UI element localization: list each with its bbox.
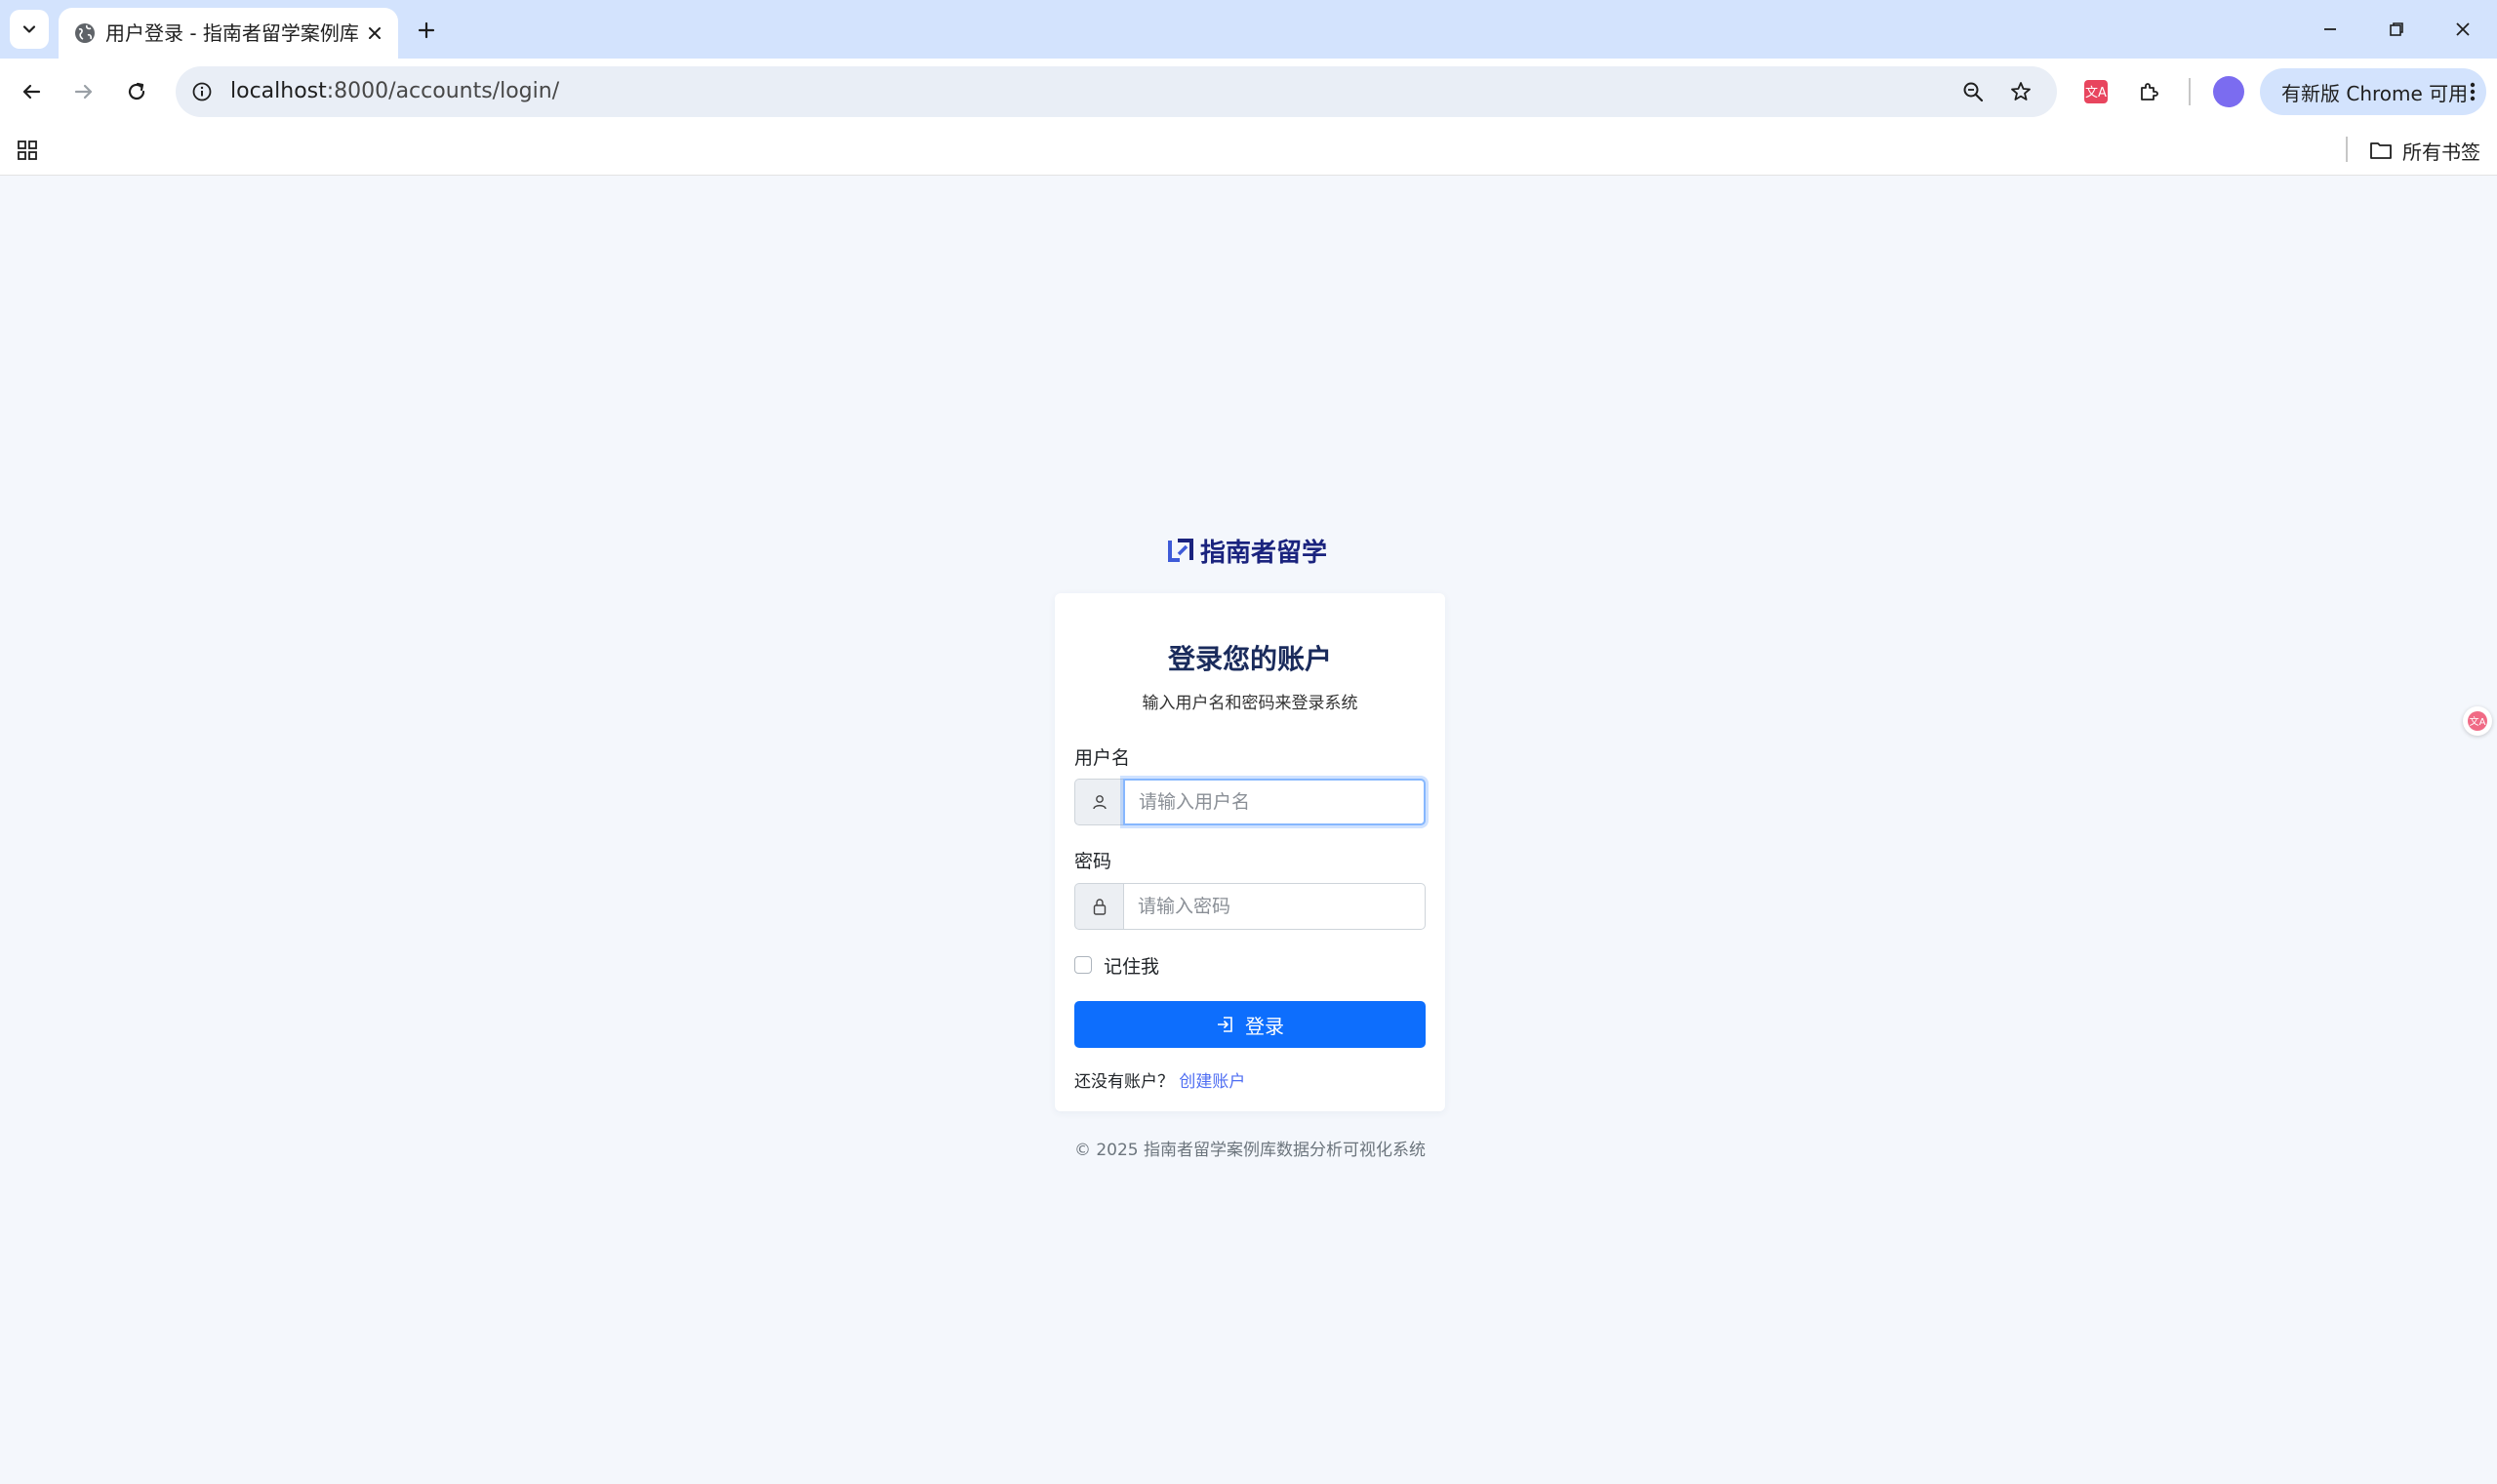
username-group: [1074, 779, 1426, 825]
reload-icon: [128, 82, 145, 100]
restore-button[interactable]: [2373, 10, 2420, 49]
new-tab-button[interactable]: [410, 14, 443, 47]
browser-tab-active[interactable]: 用户登录 - 指南者留学案例库: [59, 8, 398, 59]
tab-strip: 用户登录 - 指南者留学案例库: [0, 0, 2497, 59]
svg-text:文A: 文A: [2085, 86, 2107, 100]
login-subtitle: 输入用户名和密码来登录系统: [1142, 694, 1358, 713]
remember-me-checkbox[interactable]: [1074, 956, 1092, 974]
login-title: 登录您的账户: [1167, 643, 1332, 675]
login-button-label: 登录: [1245, 1014, 1284, 1038]
translate-icon: 文A: [2084, 80, 2108, 103]
close-icon: [2456, 22, 2470, 36]
remember-me-label[interactable]: 记住我: [1104, 952, 1159, 979]
zoom-icon: [1963, 82, 1984, 102]
reload-button[interactable]: [117, 72, 156, 111]
arrow-right-icon: [74, 84, 93, 100]
more-vert-icon: [2470, 82, 2476, 101]
forward-button[interactable]: [64, 72, 103, 111]
all-bookmarks-label: 所有书签: [2402, 140, 2480, 164]
translate-icon: 文A: [2468, 711, 2487, 731]
logo-icon: [1168, 539, 1193, 562]
minimize-icon: [2324, 28, 2336, 30]
password-addon: [1074, 883, 1123, 930]
user-icon: [1092, 795, 1107, 810]
star-icon: [2011, 82, 2031, 100]
chrome-update-button[interactable]: 有新版 Chrome 可用: [2260, 68, 2486, 115]
svg-text:文A: 文A: [2470, 715, 2486, 728]
password-group: [1074, 883, 1426, 930]
tab-title: 用户登录 - 指南者留学案例库: [105, 21, 359, 45]
bookmarks-bar: 所有书签: [0, 125, 2497, 176]
restore-icon: [2390, 22, 2403, 36]
all-bookmarks-button[interactable]: 所有书签: [2369, 133, 2480, 168]
signup-prompt: 还没有账户？: [1074, 1072, 1174, 1092]
bookmark-star-button[interactable]: [2006, 77, 2035, 106]
arrow-left-icon: [22, 84, 41, 100]
address-bar[interactable]: localhost:8000/accounts/login/: [176, 66, 2057, 117]
translate-extension-button[interactable]: 文A: [2076, 72, 2115, 111]
profile-avatar[interactable]: [2213, 76, 2244, 107]
bookmarks-divider: [2346, 137, 2348, 162]
extensions-button[interactable]: [2129, 72, 2168, 111]
remember-me-row: 记住我: [1074, 952, 1159, 978]
apps-button[interactable]: [12, 135, 43, 166]
brand-name: 指南者留学: [1200, 538, 1328, 568]
puzzle-icon: [2141, 83, 2158, 100]
toolbar-divider: [2189, 78, 2191, 105]
plus-icon: [418, 21, 435, 39]
username-addon: [1074, 779, 1123, 825]
url-path: :8000/accounts/login/: [326, 79, 560, 103]
chevron-down-icon: [22, 25, 36, 33]
url-text: localhost:8000/accounts/login/: [230, 78, 559, 105]
brand-logo: 指南者留学: [1167, 531, 1327, 570]
login-button[interactable]: 登录: [1074, 1001, 1426, 1048]
browser-toolbar: localhost:8000/accounts/login/ 文A 有新版 Ch…: [0, 59, 2497, 125]
login-card: 登录您的账户 输入用户名和密码来登录系统 用户名 密码 记住我 登录 还没有账户…: [1055, 593, 1445, 1111]
close-icon: [369, 27, 381, 39]
folder-icon: [2370, 142, 2392, 159]
site-info-button[interactable]: [189, 79, 215, 104]
sign-in-icon: [1218, 1017, 1232, 1032]
password-input[interactable]: [1123, 883, 1426, 930]
lock-icon: [1093, 899, 1106, 915]
username-label: 用户名: [1074, 747, 1131, 769]
tab-close-button[interactable]: [361, 20, 388, 47]
info-icon: [192, 82, 212, 101]
apps-grid-icon: [18, 140, 37, 160]
back-button[interactable]: [12, 72, 51, 111]
minimize-button[interactable]: [2307, 10, 2354, 49]
floating-translate-button[interactable]: 文A: [2463, 706, 2492, 736]
create-account-link[interactable]: 创建账户: [1179, 1072, 1245, 1092]
page-footer: © 2025 指南者留学案例库数据分析可视化系统: [1073, 1141, 1427, 1160]
url-host: localhost: [230, 79, 327, 103]
zoom-button[interactable]: [1958, 77, 1988, 106]
signup-row: 还没有账户？ 创建账户: [1074, 1067, 1245, 1092]
tab-search-button[interactable]: [10, 10, 49, 49]
username-input[interactable]: [1123, 779, 1426, 825]
password-label: 密码: [1074, 851, 1112, 872]
update-label: 有新版 Chrome 可用: [2281, 81, 2469, 105]
globe-icon: [75, 23, 95, 43]
close-window-button[interactable]: [2439, 10, 2486, 49]
